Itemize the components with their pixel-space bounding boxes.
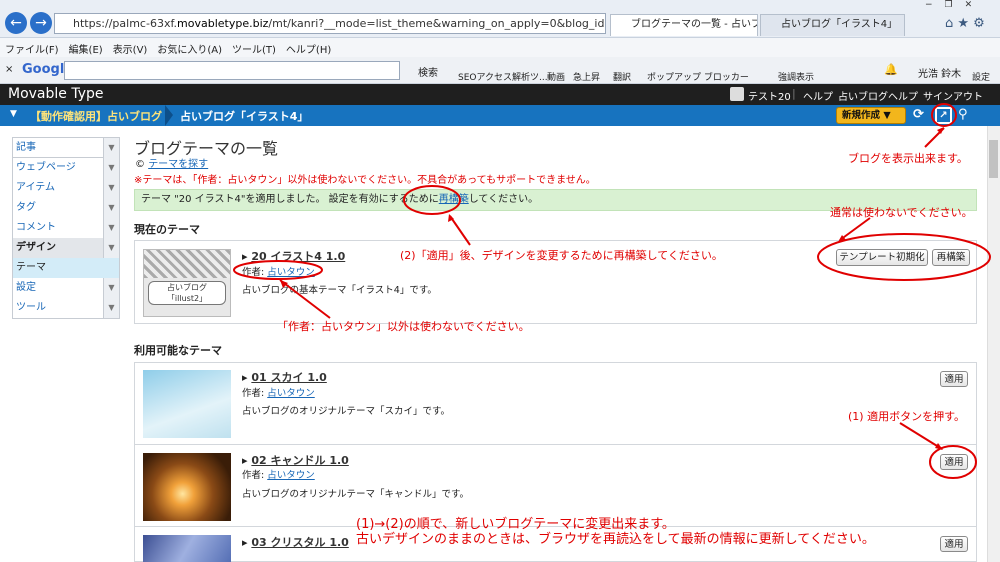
annotation-circle-view-blog: [931, 103, 957, 127]
annotation-author-only: 「作者：占いタウン」以外は使わないでください。: [277, 320, 530, 333]
annotation-circle-buttons: [817, 233, 991, 281]
annotation-circle-author: [233, 260, 323, 280]
annotation-view-blog: ブログを表示出来ます。: [848, 152, 968, 165]
annotation-dont-use: 通常は使わないでください。: [830, 206, 973, 219]
annotation-circle-rebuild-link: [403, 185, 461, 215]
annotation-arrowhead: [935, 443, 943, 450]
annotation-circle-apply: [929, 445, 977, 479]
annotation-arrow: [899, 422, 943, 450]
annotation-overlay: [233, 103, 991, 479]
annotation-step2: (2)「適用」後、デザインを変更するために再構築してください。: [400, 249, 723, 262]
annotation-bottom-line2: 古いデザインのままのときは、ブラウザを再読込をして最新の情報に更新してください。: [356, 532, 875, 547]
annotation-arrow: [449, 215, 471, 246]
annotation-arrow: [279, 279, 331, 319]
annotation-step1: (1) 適用ボタンを押す。: [848, 410, 965, 423]
annotation-arrowhead: [280, 280, 288, 288]
